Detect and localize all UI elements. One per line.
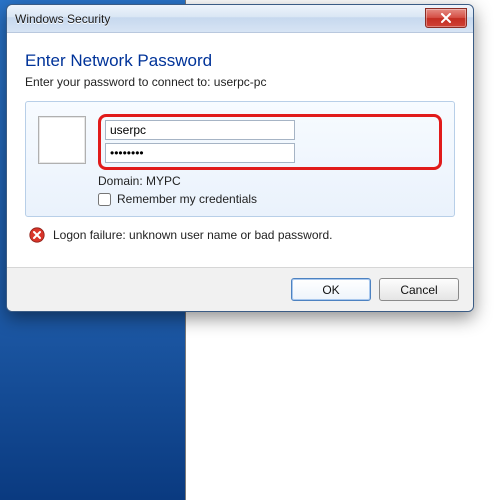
error-message-row: Logon failure: unknown user name or bad … [25, 223, 455, 253]
desktop-background: Windows Security Enter Network Password … [0, 0, 500, 500]
credentials-panel: Domain: MYPC Remember my credentials [25, 101, 455, 217]
window-title: Windows Security [15, 12, 110, 26]
dialog-body: Enter Network Password Enter your passwo… [7, 33, 473, 267]
remember-credentials[interactable]: Remember my credentials [98, 192, 442, 206]
error-icon [29, 227, 45, 243]
dialog-footer: OK Cancel [7, 267, 473, 311]
remember-checkbox[interactable] [98, 193, 111, 206]
close-button[interactable] [425, 8, 467, 28]
highlighted-inputs [98, 114, 442, 170]
dialog-title: Enter Network Password [25, 51, 455, 71]
close-icon [440, 13, 452, 23]
password-input[interactable] [105, 143, 295, 163]
credential-fields: Domain: MYPC Remember my credentials [98, 114, 442, 206]
error-text: Logon failure: unknown user name or bad … [53, 228, 333, 242]
cancel-button[interactable]: Cancel [379, 278, 459, 301]
user-avatar-icon [38, 116, 86, 164]
ok-button[interactable]: OK [291, 278, 371, 301]
dialog-subtitle: Enter your password to connect to: userp… [25, 75, 455, 89]
domain-label: Domain: MYPC [98, 174, 442, 188]
remember-label: Remember my credentials [117, 192, 257, 206]
username-input[interactable] [105, 120, 295, 140]
titlebar[interactable]: Windows Security [7, 5, 473, 33]
windows-security-dialog: Windows Security Enter Network Password … [6, 4, 474, 312]
